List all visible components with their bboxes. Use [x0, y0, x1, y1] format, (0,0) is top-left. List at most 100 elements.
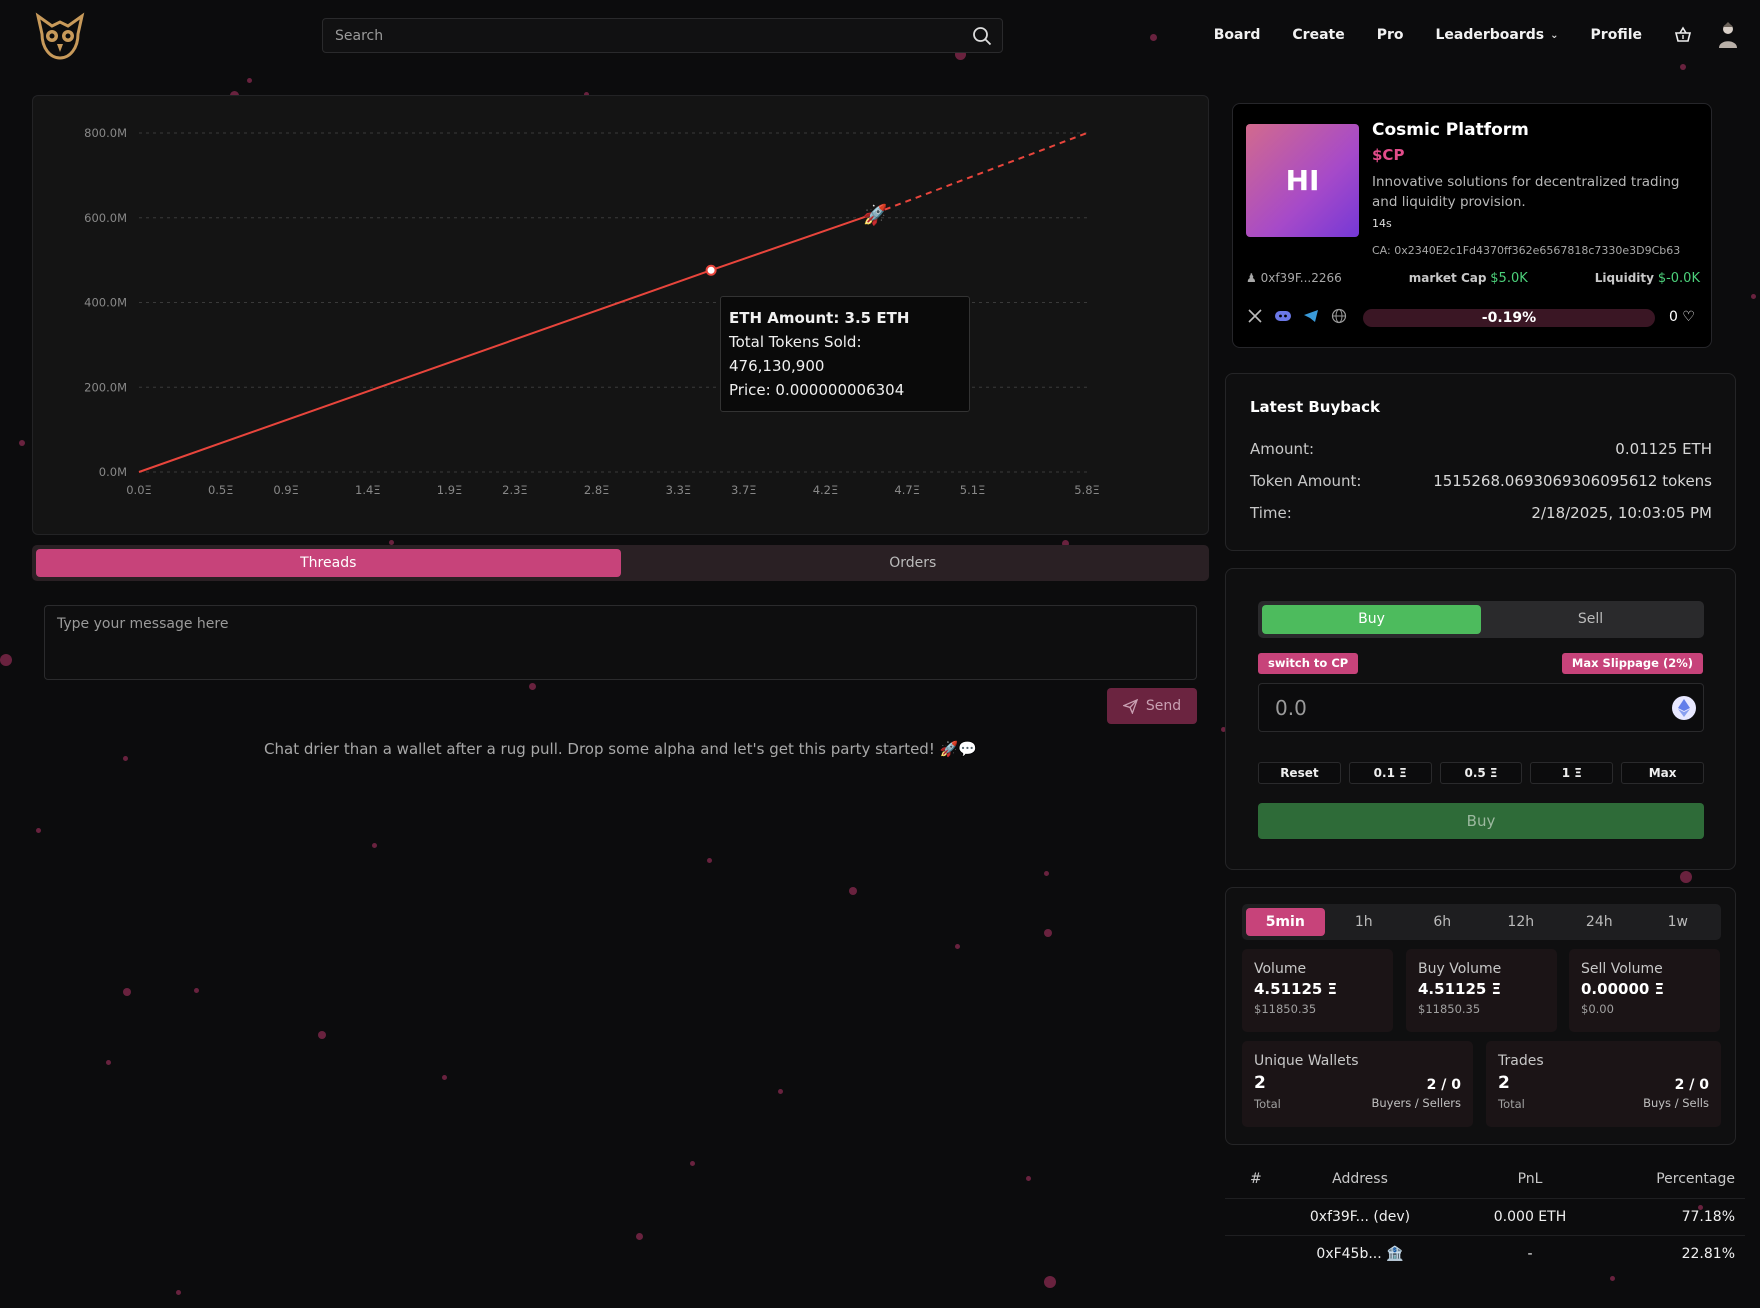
tab-buy[interactable]: Buy — [1262, 605, 1481, 634]
token-ticker: $CP — [1372, 146, 1405, 164]
search-bar[interactable] — [322, 18, 1003, 53]
x-tick-label: 1.4Ξ — [355, 483, 381, 497]
tab-threads[interactable]: Threads — [36, 549, 621, 577]
buyback-amount-value: 0.01125 ETH — [1615, 440, 1712, 458]
likes[interactable]: 0 ♡ — [1669, 309, 1695, 325]
market-cap-label: market Cap — [1408, 271, 1487, 285]
unique-wallets-card: Unique Wallets 2 Total 2 / 0 Buyers / Se… — [1242, 1041, 1473, 1127]
amount-field — [1258, 683, 1704, 732]
token-stats-row: ♟ 0xf39F...2266 market Cap $5.0K Liquidi… — [1246, 271, 1700, 286]
buyback-amount-row: Amount: 0.01125 ETH — [1250, 440, 1712, 458]
token-description: Innovative solutions for decentralized t… — [1372, 174, 1680, 210]
col-index: # — [1250, 1171, 1262, 1187]
tf-1h[interactable]: 1h — [1325, 908, 1404, 936]
liquidity-label: Liquidity — [1594, 271, 1654, 285]
message-input[interactable] — [45, 606, 1196, 679]
volume-card: Volume 4.51125 Ξ $11850.35 — [1242, 949, 1393, 1032]
send-icon — [1122, 698, 1138, 714]
nav-leaderboards[interactable]: Leaderboards ⌄ — [1436, 27, 1559, 43]
reset-button[interactable]: Reset — [1258, 762, 1341, 784]
user-avatar[interactable] — [1714, 21, 1742, 49]
creator-address: 0xf39F...2266 — [1260, 271, 1342, 285]
sell-volume-value: 0.00000 Ξ — [1581, 980, 1665, 998]
x-tick-label: 4.7Ξ — [894, 483, 920, 497]
nav-create[interactable]: Create — [1292, 27, 1344, 43]
tf-24h[interactable]: 24h — [1560, 908, 1639, 936]
timeframe-tabs: 5min 1h 6h 12h 24h 1w — [1242, 904, 1721, 940]
buys-sells-label: Buys / Sells — [1643, 1096, 1709, 1110]
nav-board[interactable]: Board — [1214, 27, 1261, 43]
holders-header: # Address PnL Percentage — [1225, 1160, 1745, 1198]
website-globe-icon[interactable] — [1330, 307, 1348, 325]
owl-logo[interactable] — [34, 12, 86, 60]
y-tick-label: 800.0M — [84, 126, 127, 140]
bonding-curve-chart: 0.0M 200.0M 400.0M 600.0M 800.0M 0.0Ξ 0.5Ξ 0.9Ξ… — [32, 95, 1209, 535]
buyback-token-amount-value: 1515268.0693069306095612 tokens — [1433, 472, 1712, 490]
x-tick-label: 2.8Ξ — [584, 483, 610, 497]
x-tick-label: 0.5Ξ — [208, 483, 234, 497]
holder-address[interactable]: 0xf39F... (dev) — [1255, 1209, 1465, 1225]
holder-percentage: 77.18% — [1681, 1209, 1735, 1225]
trades-ratio: 2 / 0 Buys / Sells — [1643, 1077, 1709, 1110]
search-icon[interactable] — [972, 26, 992, 46]
nav-pro[interactable]: Pro — [1377, 27, 1404, 43]
nav-leaderboards-label: Leaderboards — [1435, 27, 1545, 43]
sell-volume-card: Sell Volume 0.00000 Ξ $0.00 — [1569, 949, 1720, 1032]
discord-icon[interactable] — [1274, 307, 1292, 325]
buy-volume-card: Buy Volume 4.51125 Ξ $11850.35 — [1406, 949, 1557, 1032]
contract-address[interactable]: CA: 0x2340E2c1Fd4370ff362e6567818c7330e3… — [1372, 244, 1680, 257]
nav-profile[interactable]: Profile — [1591, 27, 1642, 43]
trades-card: Trades 2 Total 2 / 0 Buys / Sells — [1486, 1041, 1721, 1127]
buyers-sellers-label: Buyers / Sellers — [1371, 1096, 1461, 1110]
basket-icon[interactable] — [1674, 26, 1692, 44]
x-tick-label: 3.7Ξ — [731, 483, 757, 497]
send-button[interactable]: Send — [1107, 688, 1197, 724]
tooltip-tokens-sold: Total Tokens Sold: 476,130,900 — [729, 333, 862, 375]
buy-volume-usd: $11850.35 — [1418, 1002, 1481, 1016]
latest-buyback-panel: Latest Buyback Amount: 0.01125 ETH Token … — [1225, 373, 1736, 551]
buy-submit-button[interactable]: Buy — [1258, 803, 1704, 839]
volume-usd: $11850.35 — [1254, 1002, 1317, 1016]
tf-12h[interactable]: 12h — [1482, 908, 1561, 936]
amount-input[interactable] — [1259, 684, 1703, 731]
x-tick-label: 1.9Ξ — [437, 483, 463, 497]
quick-0-1-button[interactable]: 0.1 Ξ — [1348, 762, 1432, 784]
search-input[interactable] — [323, 19, 1002, 52]
chart-canvas: 0.0M 200.0M 400.0M 600.0M 800.0M 0.0Ξ 0.5Ξ 0.9Ξ… — [84, 126, 1100, 497]
telegram-icon[interactable] — [1302, 307, 1320, 325]
quick-0-5-button[interactable]: 0.5 Ξ — [1439, 762, 1523, 784]
switch-token-button[interactable]: switch to CP — [1258, 653, 1359, 674]
x-tick-label: 5.1Ξ — [960, 483, 986, 497]
chart-tooltip: ETH Amount: 3.5 ETH Total Tokens Sold: 4… — [720, 296, 970, 412]
chat-empty-message: Chat drier than a wallet after a rug pul… — [264, 740, 977, 758]
token-image: HI — [1246, 124, 1359, 237]
holder-address[interactable]: 0xF45b... 🏦 — [1255, 1246, 1465, 1262]
liquidity: Liquidity $-0.0K — [1595, 271, 1700, 286]
quick-1-button[interactable]: 1 Ξ — [1530, 762, 1614, 784]
max-button[interactable]: Max — [1621, 762, 1704, 784]
rocket-icon: 🚀 — [863, 203, 888, 227]
tf-5min[interactable]: 5min — [1246, 908, 1325, 936]
buys-sells-value: 2 / 0 — [1674, 1077, 1709, 1093]
quick-amount-buttons: Reset 0.1 Ξ 0.5 Ξ 1 Ξ Max — [1258, 762, 1704, 784]
tab-orders[interactable]: Orders — [621, 549, 1206, 577]
tf-6h[interactable]: 6h — [1403, 908, 1482, 936]
tab-sell[interactable]: Sell — [1481, 605, 1700, 634]
sell-volume-title: Sell Volume — [1581, 961, 1663, 977]
main-nav: Board Create Pro Leaderboards ⌄ Profile — [1214, 20, 1742, 50]
buyback-title: Latest Buyback — [1250, 398, 1380, 416]
message-box — [44, 605, 1197, 680]
metrics-panel: 5min 1h 6h 12h 24h 1w Volume 4.51125 Ξ $… — [1225, 887, 1736, 1145]
likes-count: 0 — [1669, 309, 1678, 325]
y-tick-label: 0.0M — [99, 465, 127, 479]
creator-avatar-icon: ♟ — [1246, 271, 1257, 285]
volume-value: 4.51125 Ξ — [1254, 980, 1338, 998]
col-pnl: PnL — [1517, 1171, 1543, 1187]
buyback-time-value: 2/18/2025, 10:03:05 PM — [1531, 504, 1712, 522]
sell-volume-usd: $0.00 — [1581, 1002, 1614, 1016]
chevron-down-icon: ⌄ — [1550, 29, 1559, 41]
tf-1w[interactable]: 1w — [1639, 908, 1718, 936]
creator[interactable]: ♟ 0xf39F...2266 — [1246, 271, 1342, 286]
x-twitter-icon[interactable] — [1246, 307, 1264, 325]
max-slippage-button[interactable]: Max Slippage (2%) — [1561, 653, 1703, 674]
